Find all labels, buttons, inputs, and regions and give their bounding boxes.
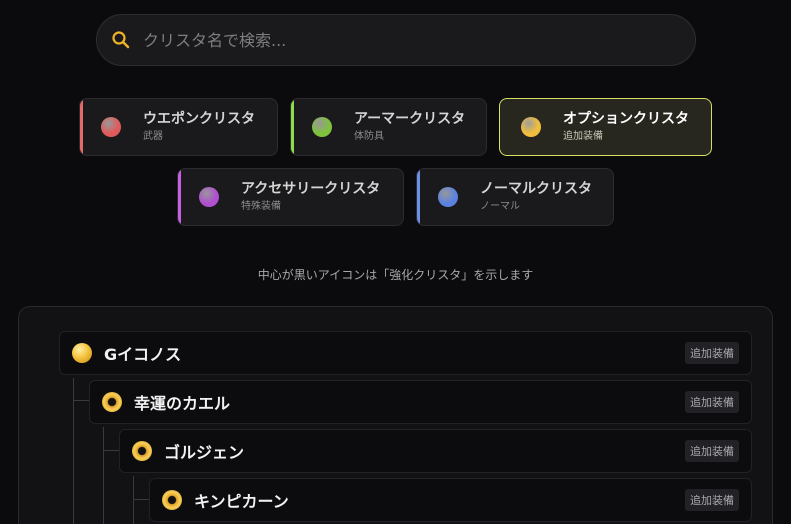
tree-connector [133, 476, 134, 524]
normal-orb-icon [438, 187, 458, 207]
category-normal-button[interactable]: ノーマルクリスタ ノーマル [416, 168, 614, 226]
category-accent-bar [80, 99, 83, 155]
tree-connector [73, 400, 89, 401]
category-accent-bar [178, 169, 181, 225]
crystal-name: キンピカーン [194, 492, 289, 511]
category-accent-bar [417, 169, 420, 225]
enhanced-crystal-orb-icon [162, 490, 182, 510]
crystal-type-badge: 追加装備 [685, 489, 739, 511]
tree-node[interactable]: 幸運のカエル 追加装備 [89, 380, 752, 424]
crystal-type-badge: 追加装備 [685, 391, 739, 413]
category-subtitle: ノーマル [480, 201, 520, 212]
category-option-button[interactable]: オプションクリスタ 追加装備 [499, 98, 712, 156]
tree-connector [133, 499, 149, 500]
weapon-orb-icon [101, 117, 121, 137]
tree-node[interactable]: キンピカーン 追加装備 [149, 478, 752, 522]
option-orb-icon [521, 117, 541, 137]
category-armor-button[interactable]: アーマークリスタ 体防具 [290, 98, 487, 156]
crystal-type-badge: 追加装備 [685, 342, 739, 364]
category-subtitle: 体防具 [354, 131, 384, 142]
category-accent-bar [291, 99, 294, 155]
search-input[interactable] [143, 30, 643, 50]
crystal-type-badge: 追加装備 [685, 440, 739, 462]
category-name: オプションクリスタ [563, 111, 689, 127]
category-weapon-button[interactable]: ウエポンクリスタ 武器 [79, 98, 278, 156]
search-bar[interactable] [96, 14, 696, 66]
accessory-orb-icon [199, 187, 219, 207]
category-subtitle: 武器 [143, 131, 163, 142]
category-subtitle: 特殊装備 [241, 201, 281, 212]
category-name: ノーマルクリスタ [480, 181, 592, 197]
crystal-name: ゴルジェン [164, 443, 245, 462]
category-name: ウエポンクリスタ [143, 111, 255, 127]
legend-note: 中心が黒いアイコンは「強化クリスタ」を示します [257, 268, 534, 282]
search-icon [112, 31, 130, 49]
crystal-name: 幸運のカエル [134, 394, 231, 413]
armor-orb-icon [312, 117, 332, 137]
tree-node[interactable]: Gイコノス 追加装備 [59, 331, 752, 375]
enhanced-crystal-orb-icon [102, 392, 122, 412]
category-accessory-button[interactable]: アクセサリークリスタ 特殊装備 [177, 168, 404, 226]
crystal-name: Gイコノス [104, 345, 182, 364]
category-name: アーマークリスタ [354, 111, 466, 127]
tree-node[interactable]: ゴルジェン 追加装備 [119, 429, 752, 473]
enhanced-crystal-orb-icon [132, 441, 152, 461]
category-name: アクセサリークリスタ [241, 181, 381, 197]
crystal-orb-icon [72, 343, 92, 363]
tree-connector [103, 450, 119, 451]
tree-connector [103, 427, 104, 524]
category-subtitle: 追加装備 [563, 131, 603, 142]
